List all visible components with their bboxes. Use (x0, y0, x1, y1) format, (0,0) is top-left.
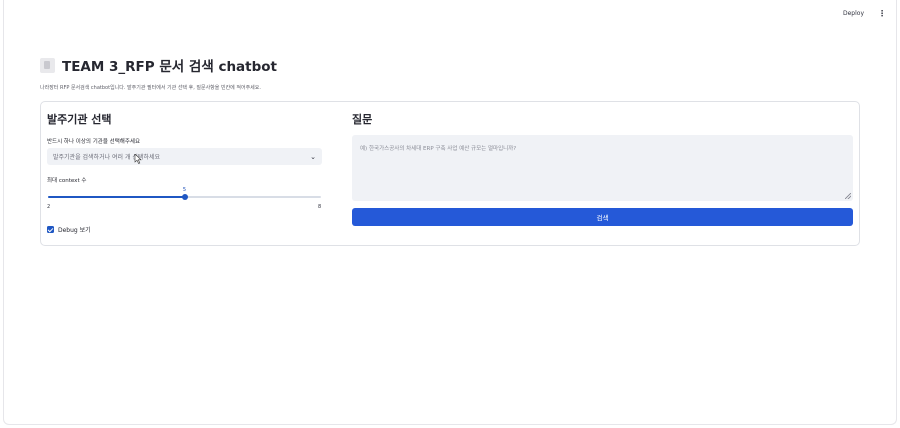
page-subtitle: 나라장터 RFP 문서검색 chatbot입니다. 발주기관 필터에서 기관 선… (40, 85, 261, 91)
debug-checkbox[interactable] (47, 226, 54, 233)
document-icon (40, 57, 55, 73)
more-vertical-icon[interactable]: ⋮ (878, 9, 886, 18)
agency-select-placeholder: 발주기관을 검색하거나 여러 개 선택하세요 (53, 154, 160, 161)
context-slider-label: 최대 context 수 (47, 178, 87, 184)
question-textarea[interactable]: 예) 한국가스공사의 차세대 ERP 구축 사업 예산 규모는 얼마입니까? (352, 135, 853, 201)
question-section-heading: 질문 (352, 113, 373, 126)
top-toolbar: Deploy ⋮ (839, 8, 886, 19)
mouse-cursor-icon (134, 154, 142, 164)
page-header: TEAM 3_RFP 문서 검색 chatbot (40, 55, 277, 75)
agency-multiselect[interactable]: 발주기관을 검색하거나 여러 개 선택하세요 ⌄ (47, 148, 322, 165)
debug-toggle[interactable]: Debug 보기 (47, 225, 91, 234)
page-title: TEAM 3_RFP 문서 검색 chatbot (62, 59, 278, 75)
search-button[interactable]: 검색 (352, 208, 853, 226)
agency-select-label: 반드시 하나 이상의 기관을 선택해주세요 (47, 139, 141, 145)
slider-min-label: 2 (47, 204, 51, 210)
slider-track-fill (48, 196, 185, 198)
slider-max-label: 8 (318, 204, 322, 210)
slider-thumb[interactable] (181, 194, 188, 200)
resize-handle-icon[interactable] (845, 193, 851, 199)
agency-section-heading: 발주기관 선택 (47, 113, 112, 126)
deploy-button[interactable]: Deploy (839, 8, 868, 19)
slider-value: 5 (182, 187, 187, 193)
chevron-down-icon[interactable]: ⌄ (310, 153, 316, 161)
debug-label: Debug 보기 (58, 227, 91, 234)
